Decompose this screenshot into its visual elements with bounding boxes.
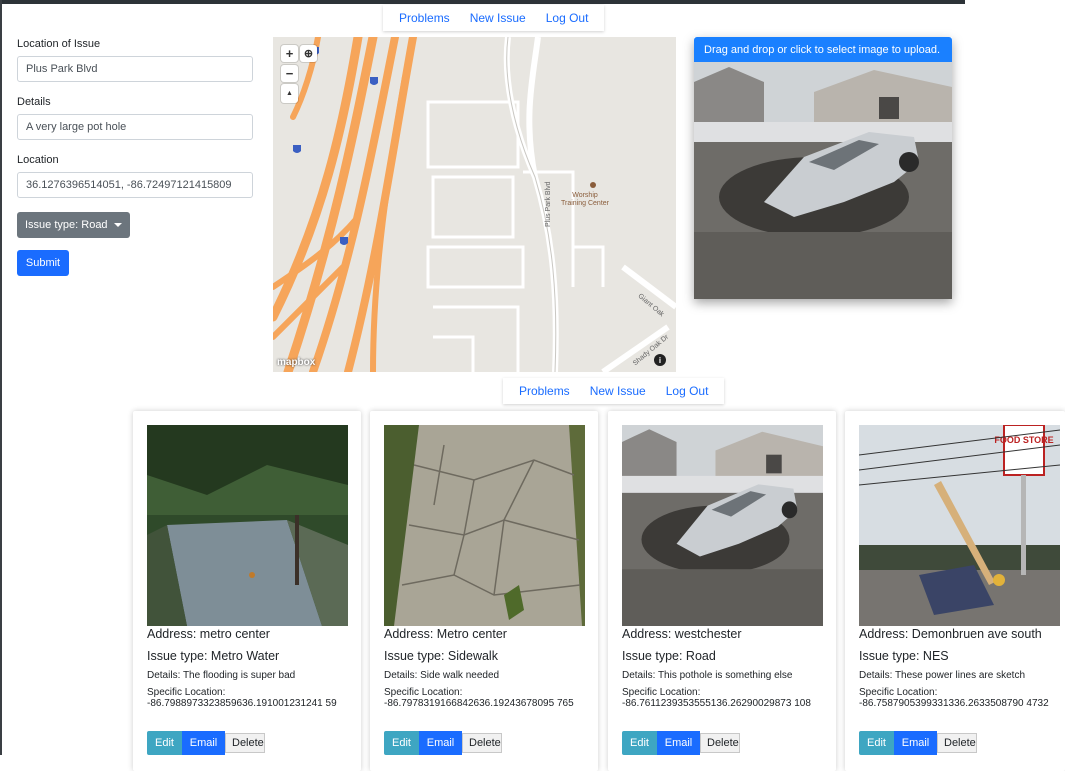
- issue-photo-power-lines: FOOD STORE: [859, 425, 1060, 626]
- edit-button[interactable]: Edit: [147, 731, 182, 755]
- downed-power-pole-photo: FOOD STORE: [859, 425, 1060, 626]
- nav-new-issue-link[interactable]: New Issue: [580, 384, 656, 398]
- plus-icon: +: [285, 46, 294, 61]
- delete-button[interactable]: Delete: [937, 733, 977, 753]
- info-icon[interactable]: i: [654, 354, 666, 366]
- issue-card: Address: westchester Issue type: Road De…: [608, 411, 836, 771]
- minus-icon: −: [285, 66, 294, 81]
- specific-location-label: Specific Location:: [384, 687, 463, 698]
- card-specific-location: Specific Location: -86.7587905399331336.…: [859, 687, 1064, 709]
- edit-button[interactable]: Edit: [622, 731, 657, 755]
- nav-log-out-link[interactable]: Log Out: [536, 11, 599, 25]
- delete-button[interactable]: Delete: [225, 733, 265, 753]
- card-details: Details: These power lines are sketch: [859, 670, 1026, 681]
- card-actions: Edit Email Delete: [622, 731, 740, 755]
- location-input[interactable]: [17, 172, 253, 198]
- locate-icon: ⊕: [303, 48, 314, 60]
- bottom-nav: Problems New Issue Log Out: [503, 378, 725, 404]
- location-label: Location: [17, 154, 59, 166]
- specific-location-label: Specific Location:: [859, 687, 938, 698]
- top-nav: Problems New Issue Log Out: [383, 5, 605, 31]
- cracked-sidewalk-photo: [384, 425, 585, 626]
- card-address: Address: metro center: [147, 627, 270, 641]
- new-issue-form: Location of Issue Details Location Issue…: [17, 38, 253, 276]
- compass-icon: ▲: [286, 90, 293, 97]
- nav-problems-link[interactable]: Problems: [509, 384, 580, 398]
- details-label: Details: [17, 96, 51, 108]
- food-store-sign-text: FOOD STORE: [994, 435, 1053, 445]
- card-specific-location: Specific Location: -86.7611239353555136.…: [622, 687, 827, 709]
- delete-button[interactable]: Delete: [700, 733, 740, 753]
- card-address: Address: Demonbruen ave south: [859, 627, 1042, 641]
- street-label-plus-park: Plus Park Blvd: [545, 181, 552, 227]
- compass-button[interactable]: ▲: [281, 84, 298, 103]
- card-issue-type: Issue type: Metro Water: [147, 649, 280, 663]
- email-button[interactable]: Email: [894, 731, 937, 755]
- nav-problems-link[interactable]: Problems: [389, 11, 460, 25]
- email-button[interactable]: Email: [419, 731, 462, 755]
- flooding-photo: [147, 425, 348, 626]
- issue-photo-flooding: [147, 425, 348, 626]
- issue-card: Address: metro center Issue type: Metro …: [133, 411, 361, 771]
- delete-button[interactable]: Delete: [462, 733, 502, 753]
- zoom-in-button[interactable]: +: [281, 45, 298, 62]
- issue-card: FOOD STORE Address: Demonbruen ave south…: [845, 411, 1065, 771]
- nav-new-issue-link[interactable]: New Issue: [460, 11, 536, 25]
- issue-type-dropdown-label: Issue type: Road: [25, 219, 108, 231]
- location-of-issue-input[interactable]: [17, 56, 253, 82]
- specific-location-label: Specific Location:: [147, 687, 226, 698]
- left-window-edge: [0, 0, 2, 755]
- specific-location-value: -86.7978319166842636.19243678095 765: [384, 698, 574, 709]
- email-button[interactable]: Email: [182, 731, 225, 755]
- mapbox-logo: mapbox: [277, 357, 316, 368]
- card-address: Address: Metro center: [384, 627, 507, 641]
- car-in-pothole-photo: [622, 425, 823, 626]
- issue-photo-sidewalk: [384, 425, 585, 626]
- card-address: Address: westchester: [622, 627, 742, 641]
- card-details: Details: Side walk needed: [384, 670, 500, 681]
- card-actions: Edit Email Delete: [147, 731, 265, 755]
- card-issue-type: Issue type: Road: [622, 649, 716, 663]
- edit-button[interactable]: Edit: [859, 731, 894, 755]
- image-upload-dropzone[interactable]: Drag and drop or click to select image t…: [694, 37, 952, 299]
- poi-label: Worship Training Center: [561, 192, 609, 207]
- card-details: Details: This pothole is something else: [622, 670, 793, 681]
- caret-down-icon: [113, 223, 122, 228]
- card-specific-location: Specific Location: -86.7978319166842636.…: [384, 687, 589, 709]
- issue-photo-pothole: [622, 425, 823, 626]
- location-of-issue-label: Location of Issue: [17, 38, 101, 50]
- specific-location-value: -86.7611239353555136.26290029873 108: [622, 698, 811, 709]
- map-canvas: [273, 37, 676, 372]
- uploaded-image-preview: [694, 62, 952, 299]
- card-issue-type: Issue type: Sidewalk: [384, 649, 498, 663]
- card-actions: Edit Email Delete: [859, 731, 977, 755]
- map-view[interactable]: + ⊕ − ▲ Worship Training Center Plus Par…: [273, 37, 676, 372]
- card-details: Details: The flooding is super bad: [147, 670, 296, 681]
- issue-type-dropdown[interactable]: Issue type: Road: [17, 212, 130, 238]
- issue-card: Address: Metro center Issue type: Sidewa…: [370, 411, 598, 771]
- email-button[interactable]: Email: [657, 731, 700, 755]
- specific-location-value: -86.7988973323859636.191001231241 59: [147, 698, 337, 709]
- card-actions: Edit Email Delete: [384, 731, 502, 755]
- upload-prompt: Drag and drop or click to select image t…: [694, 37, 952, 62]
- zoom-out-button[interactable]: −: [281, 65, 298, 82]
- card-specific-location: Specific Location: -86.7988973323859636.…: [147, 687, 352, 709]
- details-input[interactable]: [17, 114, 253, 140]
- specific-location-label: Specific Location:: [622, 687, 701, 698]
- car-in-pothole-photo: [694, 62, 952, 299]
- submit-button[interactable]: Submit: [17, 250, 69, 276]
- specific-location-value: -86.7587905399331336.2633508790 4732: [859, 698, 1049, 709]
- top-bar-edge: [0, 0, 965, 4]
- geolocate-button[interactable]: ⊕: [300, 45, 317, 62]
- edit-button[interactable]: Edit: [384, 731, 419, 755]
- nav-log-out-link[interactable]: Log Out: [656, 384, 719, 398]
- card-issue-type: Issue type: NES: [859, 649, 949, 663]
